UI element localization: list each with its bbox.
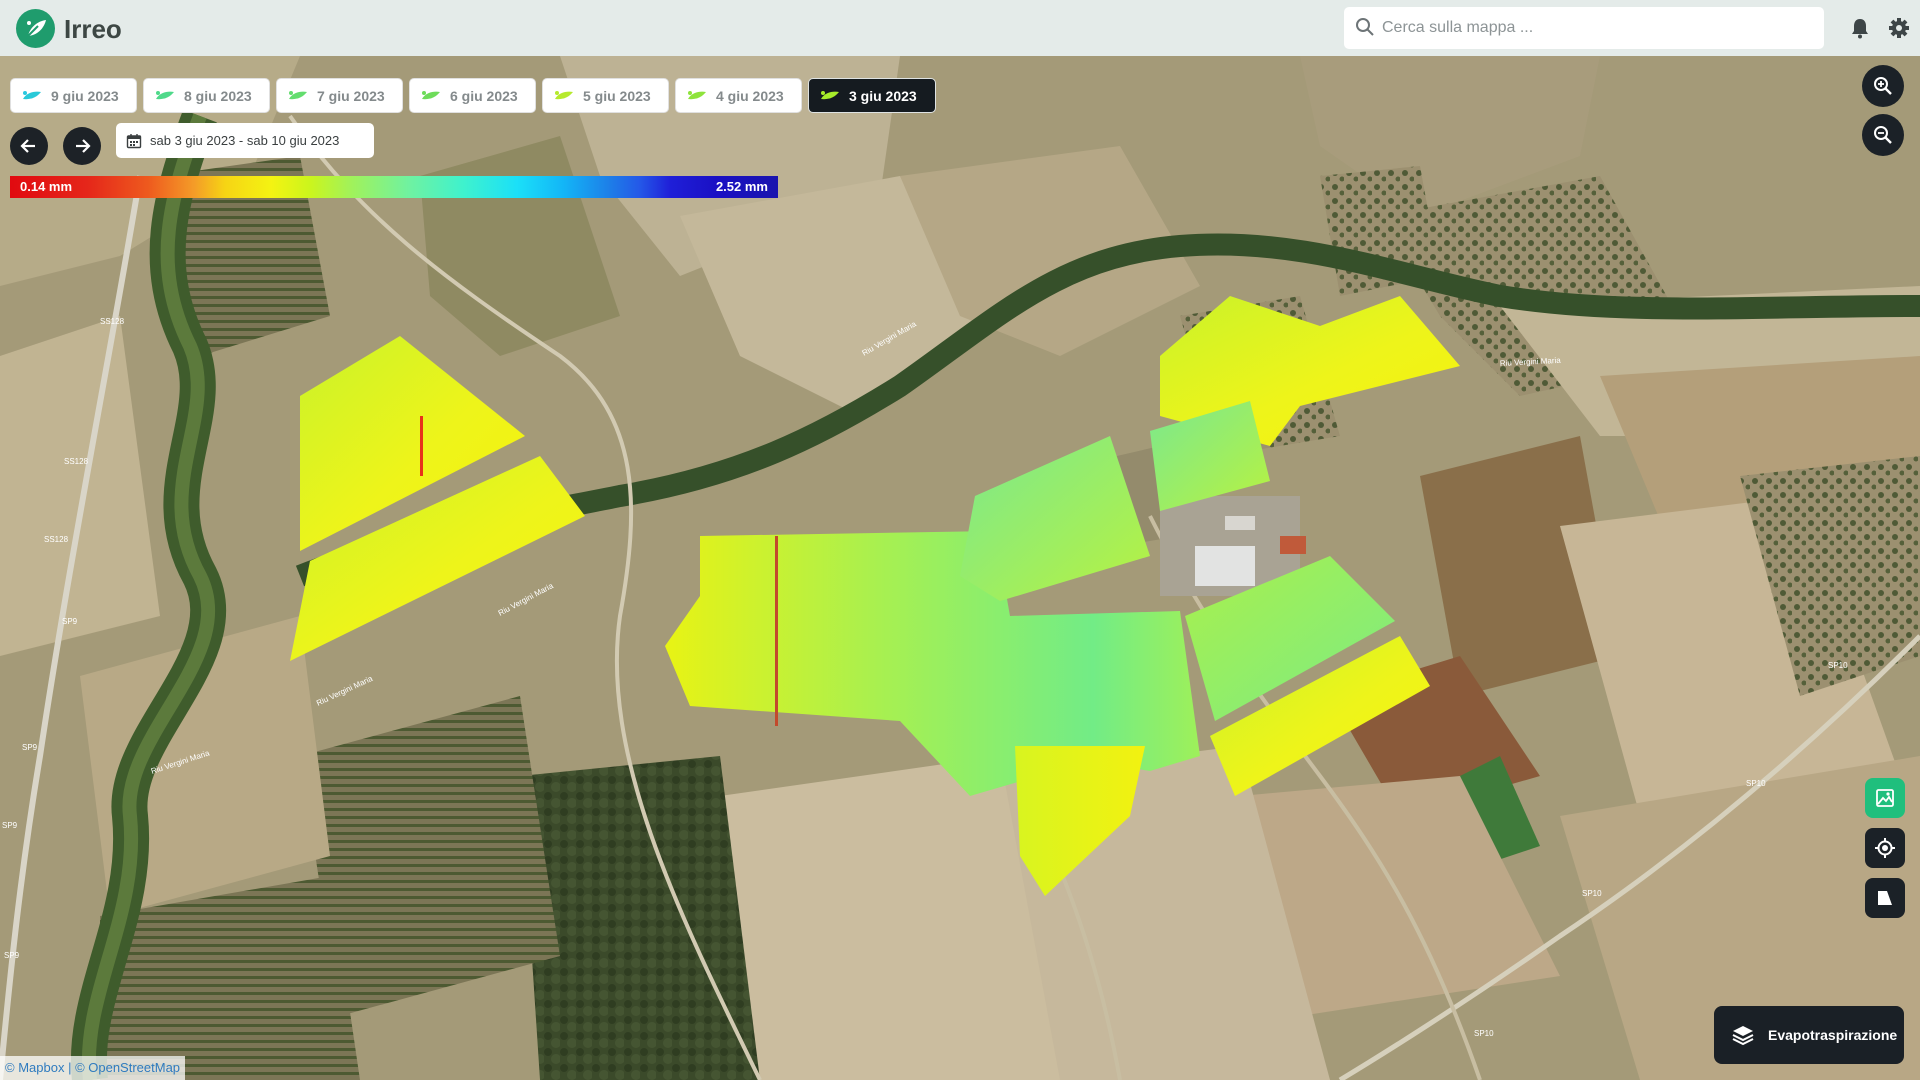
- osm-attribution-link[interactable]: © OpenStreetMap: [75, 1060, 180, 1075]
- top-bar: Irreo: [0, 0, 1920, 56]
- date-chip[interactable]: 7 giu 2023: [276, 78, 403, 113]
- drone-icon: [156, 91, 174, 100]
- zoom-in-button[interactable]: [1862, 65, 1904, 107]
- app-title: Irreo: [64, 14, 122, 44]
- attribution-separator: |: [64, 1060, 76, 1075]
- date-chip-label: 6 giu 2023: [450, 87, 518, 104]
- layer-selector-button[interactable]: Evapotraspirazione: [1714, 1006, 1904, 1064]
- map-road-label: SS128: [100, 317, 125, 326]
- drone-icon: [555, 91, 573, 100]
- bell-icon[interactable]: [1848, 16, 1872, 40]
- map-road-label: SP10: [1582, 889, 1602, 898]
- arrow-left-icon: [20, 139, 35, 153]
- date-chip-active[interactable]: 3 giu 2023: [808, 78, 936, 113]
- date-chip-label: 8 giu 2023: [184, 87, 252, 104]
- map-view[interactable]: SS128 SS128 SS128 SP9 SP9 SP9 SP9 SP10 S…: [0, 56, 1920, 1080]
- zoom-out-icon: [1874, 126, 1892, 144]
- gear-icon[interactable]: [1887, 16, 1911, 40]
- image-layer-button[interactable]: [1865, 778, 1905, 818]
- zoom-out-button[interactable]: [1862, 114, 1904, 156]
- zoom-in-icon: [1874, 77, 1892, 95]
- drone-icon: [23, 91, 41, 100]
- layers-icon: [1732, 1026, 1754, 1046]
- date-range-picker[interactable]: sab 3 giu 2023 - sab 10 giu 2023: [116, 123, 374, 158]
- map-road-label: SP9: [22, 743, 38, 752]
- date-range-label: sab 3 giu 2023 - sab 10 giu 2023: [150, 133, 340, 148]
- map-road-label: SS128: [44, 535, 69, 544]
- map-road-label: SP9: [2, 821, 18, 830]
- prev-week-button[interactable]: [10, 127, 48, 165]
- irreo-logo-icon[interactable]: [16, 9, 55, 48]
- target-icon: [1875, 838, 1895, 858]
- arrow-right-icon: [76, 139, 91, 153]
- date-chip[interactable]: 4 giu 2023: [675, 78, 802, 113]
- map-road-label: SP10: [1746, 779, 1766, 788]
- date-chip-label: 3 giu 2023: [849, 87, 917, 104]
- mapbox-attribution-link[interactable]: © Mapbox: [5, 1060, 64, 1075]
- map-attribution: © Mapbox | © OpenStreetMap: [0, 1056, 186, 1080]
- date-chip-label: 4 giu 2023: [716, 87, 784, 104]
- locate-button[interactable]: [1865, 828, 1905, 868]
- date-chip[interactable]: 9 giu 2023: [10, 78, 137, 113]
- drone-icon: [289, 91, 307, 100]
- date-chip-label: 5 giu 2023: [583, 87, 651, 104]
- map-road-label: SP10: [1828, 661, 1848, 670]
- date-chip-label: 7 giu 2023: [317, 87, 385, 104]
- date-chip[interactable]: 8 giu 2023: [143, 78, 270, 113]
- satellite-map[interactable]: SS128 SS128 SS128 SP9 SP9 SP9 SP9 SP10 S…: [0, 56, 1920, 1080]
- date-chip[interactable]: 5 giu 2023: [542, 78, 669, 113]
- map-road-label: SP10: [1474, 1029, 1494, 1038]
- search-icon: [1356, 18, 1374, 36]
- drone-icon: [422, 91, 440, 100]
- search-box[interactable]: [1344, 7, 1824, 49]
- calendar-icon: [126, 133, 142, 148]
- map-road-label: SS128: [64, 457, 89, 466]
- date-chip-label: 9 giu 2023: [51, 87, 119, 104]
- map-road-label: SP9: [62, 617, 78, 626]
- drone-icon: [821, 91, 839, 100]
- draw-shape-button[interactable]: [1865, 878, 1905, 918]
- image-icon: [1876, 789, 1894, 807]
- drone-icon: [688, 91, 706, 100]
- legend-max-label: 2.52 mm: [715, 179, 768, 194]
- search-input[interactable]: [1382, 12, 1812, 44]
- next-week-button[interactable]: [63, 127, 101, 165]
- color-scale-legend: 0.14 mm 2.52 mm: [10, 176, 778, 198]
- layer-selector-label: Evapotraspirazione: [1768, 1027, 1898, 1043]
- map-road-label: SP9: [4, 951, 20, 960]
- polygon-icon: [1878, 891, 1892, 905]
- date-chip[interactable]: 6 giu 2023: [409, 78, 536, 113]
- legend-min-label: 0.14 mm: [20, 179, 73, 194]
